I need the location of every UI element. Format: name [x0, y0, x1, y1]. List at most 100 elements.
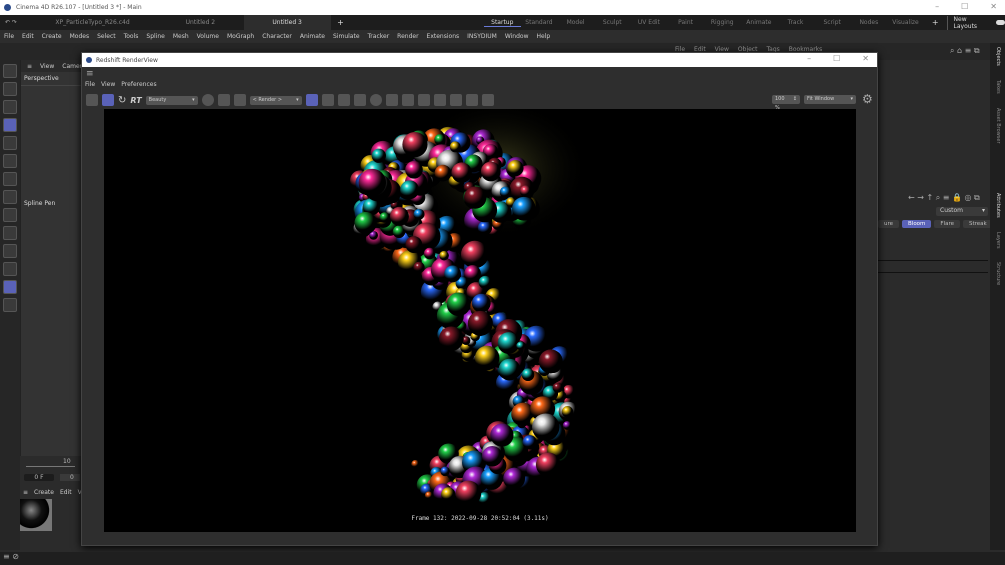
menu-item[interactable]: MoGraph	[227, 33, 254, 40]
new-layouts-toggle[interactable]	[995, 20, 1005, 25]
menu-item[interactable]: Mesh	[173, 33, 189, 40]
hamburger-icon[interactable]: ≡	[27, 63, 32, 70]
crop-icon[interactable]	[233, 94, 246, 106]
menu-item[interactable]: Volume	[197, 33, 219, 40]
text-icon[interactable]	[3, 226, 17, 240]
workplane-icon[interactable]	[3, 298, 17, 312]
layout-tab[interactable]: Rigging	[704, 19, 741, 26]
spline-tool-icon[interactable]	[3, 118, 17, 132]
camera-dropdown[interactable]: < Render > ▾	[249, 95, 302, 105]
hamburger-icon[interactable]: ≡	[82, 67, 877, 81]
fit-dropdown[interactable]: Fit Window ▾	[804, 95, 856, 104]
attribute-tab-bloom[interactable]: Bloom	[902, 220, 932, 228]
doc-tab[interactable]: Untitled 2 *	[158, 15, 245, 41]
layout-tab[interactable]: Standard	[521, 19, 558, 26]
field-icon[interactable]	[3, 154, 17, 168]
menu-item[interactable]: Edit	[22, 33, 34, 40]
layout-tab[interactable]: Visualize	[887, 19, 924, 26]
preset-dropdown[interactable]: Custom ▾	[936, 207, 988, 216]
generator-icon[interactable]	[3, 100, 17, 114]
add-layout-icon[interactable]: +	[924, 18, 947, 27]
menu-item[interactable]: Select	[97, 33, 116, 40]
menu-item[interactable]: Create	[42, 33, 62, 40]
add-snapshot-icon[interactable]	[449, 94, 462, 106]
rv-menu-item[interactable]: Preferences	[121, 81, 156, 91]
menu-item[interactable]: INSYDIUM	[467, 33, 497, 40]
menu-item[interactable]: Render	[397, 33, 418, 40]
hamburger-icon[interactable]: ≡	[23, 489, 28, 496]
timeline[interactable]: 10 0 F 0	[20, 456, 81, 486]
undo-redo-icon[interactable]: ↶ ↷	[0, 19, 27, 26]
side-tab[interactable]: Asset Browser	[995, 108, 1001, 144]
expand-icon[interactable]	[401, 94, 414, 106]
layout-tab[interactable]: Sculpt	[594, 19, 631, 26]
color-channel-icon[interactable]	[201, 94, 214, 106]
maximize-icon[interactable]: ☐	[961, 2, 968, 11]
layout-tab[interactable]: Nodes	[851, 19, 888, 26]
axis-icon[interactable]	[3, 190, 17, 204]
layout-tab[interactable]: UV Edit	[631, 19, 668, 26]
refresh-icon[interactable]: ↻	[118, 95, 126, 106]
scene-icon[interactable]	[3, 172, 17, 186]
menu-item[interactable]: Spline	[146, 33, 164, 40]
side-tab[interactable]: Structure	[995, 262, 1001, 285]
viewport-menu-item[interactable]: View	[40, 63, 54, 70]
doc-tab[interactable]: XP_ParticleTypo_R26.c4d *	[27, 15, 157, 41]
image-icon[interactable]	[433, 94, 446, 106]
minimize-icon[interactable]: –	[935, 2, 939, 11]
hamburger-icon[interactable]: ≡	[3, 552, 10, 561]
pen-tool-icon[interactable]	[3, 64, 17, 78]
doc-tab-active[interactable]: Untitled 3 *	[244, 15, 332, 41]
close-icon[interactable]: ✕	[862, 54, 869, 63]
material-menu-item[interactable]: Create	[34, 489, 54, 496]
rt-toggle[interactable]: RT	[130, 96, 141, 105]
focus-icon[interactable]	[385, 94, 398, 106]
menu-item[interactable]: Character	[262, 33, 292, 40]
material-menu-item[interactable]: Edit	[60, 489, 72, 496]
snowflake-icon[interactable]	[337, 94, 350, 106]
layout-tab[interactable]: Model	[557, 19, 594, 26]
menu-item[interactable]: Window	[505, 33, 529, 40]
menu-item[interactable]: Animate	[300, 33, 325, 40]
rv-menu-item[interactable]: File	[85, 81, 95, 91]
layout-tab[interactable]: Script	[814, 19, 851, 26]
menu-item[interactable]: Help	[537, 33, 551, 40]
pv-icon[interactable]	[465, 94, 478, 106]
lock-icon[interactable]	[305, 94, 318, 106]
maximize-icon[interactable]: ☐	[833, 54, 840, 63]
search-icon[interactable]: ⌕ ⌂ ≡ ⧉	[950, 46, 980, 56]
rv-menu-item[interactable]: View	[101, 81, 115, 91]
copy-icon[interactable]	[481, 94, 494, 106]
zoom-field[interactable]: 100 % ↕	[772, 95, 800, 111]
settings-gear-icon[interactable]: ⚙	[862, 92, 873, 106]
current-frame-field[interactable]: 0 F	[24, 474, 54, 481]
attribute-nav-icons[interactable]: ← → ↑ ⌕ ≡ 🔒 ◎ ⧉	[908, 193, 980, 203]
menu-item[interactable]: Tracker	[368, 33, 390, 40]
minimize-icon[interactable]: –	[807, 54, 811, 63]
frame-field[interactable]: 0	[60, 474, 80, 481]
aov-dropdown[interactable]: Beauty ▾	[145, 95, 198, 105]
material-thumbnail[interactable]	[20, 499, 52, 531]
add-tab-icon[interactable]: +	[331, 18, 350, 27]
grid-icon[interactable]	[3, 262, 17, 276]
snowflake-icon[interactable]	[353, 94, 366, 106]
menu-item[interactable]: Simulate	[333, 33, 360, 40]
attribute-tab[interactable]: Streak	[963, 220, 993, 228]
menu-item[interactable]: File	[4, 33, 14, 40]
attribute-tab[interactable]: ure	[878, 220, 900, 228]
polygon-icon[interactable]	[3, 208, 17, 222]
deformer-icon[interactable]	[3, 136, 17, 150]
side-tab[interactable]: Objects	[995, 47, 1001, 66]
menu-item[interactable]: Tools	[124, 33, 139, 40]
snap-icon[interactable]	[3, 280, 17, 294]
timeline-slider[interactable]	[26, 466, 75, 467]
hatch-icon[interactable]	[417, 94, 430, 106]
layout-tab[interactable]: Paint	[667, 19, 704, 26]
cube-icon[interactable]	[3, 82, 17, 96]
menu-item[interactable]: Extensions	[427, 33, 460, 40]
attribute-tab[interactable]: Flare	[934, 220, 960, 228]
play-render-button[interactable]	[102, 94, 114, 106]
side-tab[interactable]: Layers	[995, 232, 1001, 249]
circle-icon[interactable]	[369, 94, 382, 106]
grid-icon[interactable]	[217, 94, 230, 106]
